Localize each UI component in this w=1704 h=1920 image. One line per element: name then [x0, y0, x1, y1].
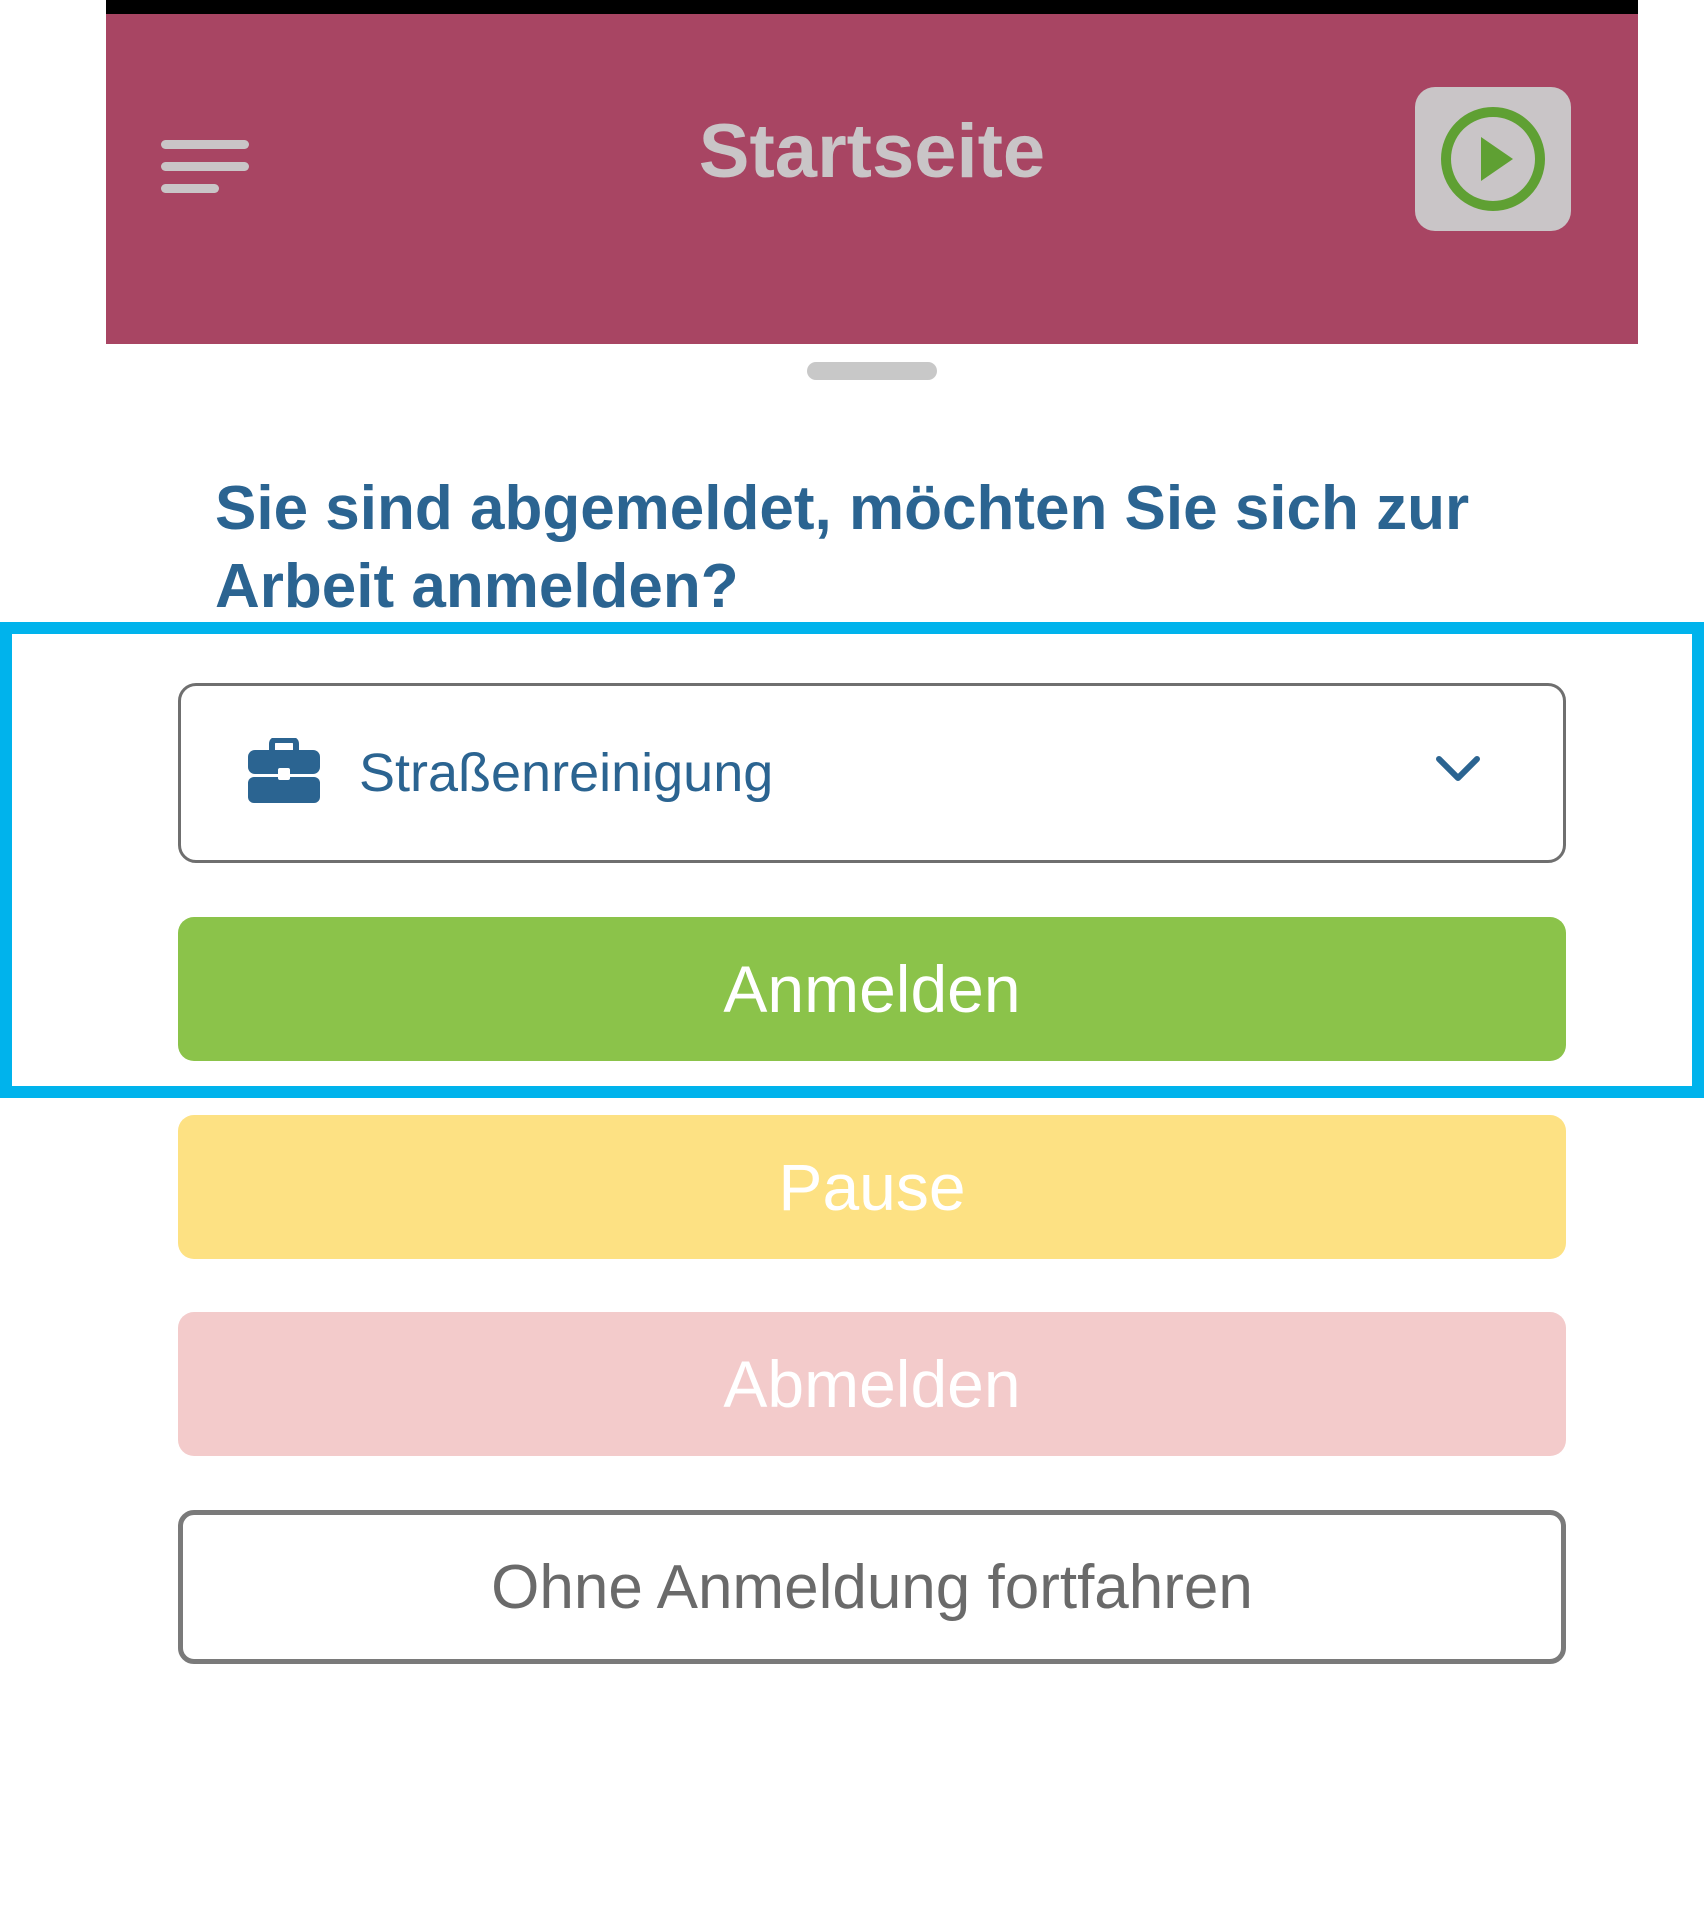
login-prompt: Sie sind abgemeldet, möchten Sie sich zu… — [215, 474, 1470, 621]
job-select-value: Straßenreinigung — [359, 743, 774, 803]
play-circle-icon — [1441, 107, 1545, 211]
login-button[interactable]: Anmelden — [178, 917, 1566, 1061]
logout-button[interactable]: Abmelden — [178, 1312, 1566, 1456]
chevron-down-icon — [1436, 756, 1480, 781]
page-title: Startseite — [698, 109, 1046, 194]
briefcase-icon — [248, 738, 320, 803]
play-button[interactable] — [1415, 87, 1571, 231]
pause-button[interactable]: Pause — [178, 1115, 1566, 1259]
app-header: Startseite — [106, 14, 1638, 344]
continue-without-login-button[interactable]: Ohne Anmeldung fortfahren — [178, 1510, 1566, 1664]
status-bar — [106, 0, 1638, 14]
job-select-dropdown[interactable]: Straßenreinigung — [178, 683, 1566, 863]
sheet-drag-handle[interactable] — [807, 362, 937, 380]
